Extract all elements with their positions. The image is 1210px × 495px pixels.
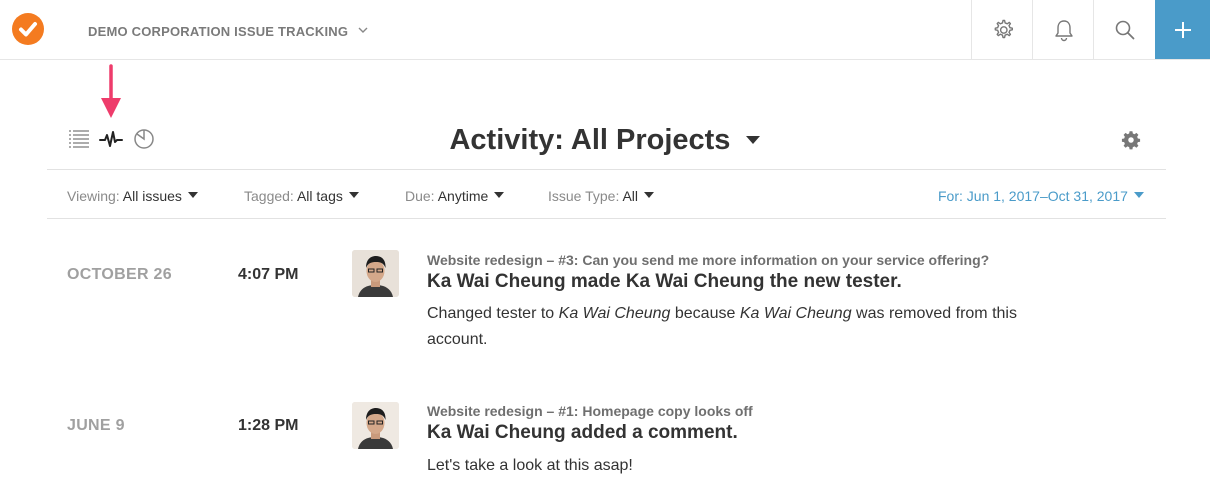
activity-date: OCTOBER 26	[67, 266, 172, 283]
filter-value: All issues	[122, 188, 182, 204]
caret-down-icon	[348, 186, 359, 202]
body-text: Changed tester to	[427, 305, 559, 322]
add-new-button[interactable]	[1155, 0, 1210, 59]
user-name: Ka Wai Cheung	[558, 305, 671, 322]
filter-label: Issue Type:	[548, 188, 620, 204]
issue-type-filter[interactable]: Issue Type: All	[548, 186, 655, 204]
filter-value: Anytime	[437, 188, 489, 204]
page-title-dropdown[interactable]: Activity: All Projects	[0, 120, 1210, 157]
settings-button[interactable]	[971, 0, 1033, 59]
page-settings-button[interactable]	[1121, 130, 1141, 155]
divider	[47, 218, 1166, 219]
gear-icon	[994, 19, 1013, 38]
caret-down-icon	[494, 186, 505, 202]
filter-label: Tagged:	[244, 188, 294, 204]
app-logo[interactable]	[12, 13, 44, 45]
viewing-filter[interactable]: Viewing: All issues	[67, 186, 198, 204]
bell-icon	[1054, 19, 1073, 41]
activity-issue-link[interactable]: Website redesign – #1: Homepage copy loo…	[427, 403, 753, 419]
page-title: Activity: All Projects	[449, 124, 731, 156]
divider	[47, 169, 1166, 170]
filter-value: All tags	[296, 188, 343, 204]
organization-switcher[interactable]: DEMO CORPORATION ISSUE TRACKING	[88, 22, 368, 39]
filter-label: Viewing:	[67, 188, 120, 204]
activity-headline: Ka Wai Cheung made Ka Wai Cheung the new…	[427, 271, 902, 292]
search-button[interactable]	[1093, 0, 1155, 59]
organization-title: DEMO CORPORATION ISSUE TRACKING	[88, 24, 349, 39]
checkmark-logo-icon	[12, 13, 44, 45]
search-icon	[1115, 20, 1134, 39]
caret-down-icon	[745, 120, 761, 153]
activity-time: 1:28 PM	[238, 417, 299, 434]
caret-down-icon	[1133, 186, 1144, 202]
caret-down-icon	[187, 186, 198, 202]
user-name: Ka Wai Cheung	[739, 305, 852, 322]
annotation-arrow-icon	[100, 64, 122, 125]
avatar[interactable]	[352, 250, 399, 297]
chevron-down-icon	[358, 22, 368, 37]
gear-icon	[1121, 131, 1141, 150]
filter-value: Jun 1, 2017–Oct 31, 2017	[966, 188, 1128, 204]
user-photo-icon	[352, 250, 399, 297]
activity-time: 4:07 PM	[238, 266, 299, 283]
filter-value: All	[622, 188, 639, 204]
due-filter[interactable]: Due: Anytime	[405, 186, 505, 204]
activity-body: Let's take a look at this asap!	[427, 457, 633, 474]
tagged-filter[interactable]: Tagged: All tags	[244, 186, 359, 204]
notifications-button[interactable]	[1032, 0, 1094, 59]
caret-down-icon	[644, 186, 655, 202]
plus-icon	[1174, 21, 1191, 38]
filter-label: Due:	[405, 188, 435, 204]
top-bar: DEMO CORPORATION ISSUE TRACKING	[0, 0, 1210, 60]
body-text: because	[670, 305, 740, 322]
activity-body: Changed tester to Ka Wai Cheung because …	[427, 301, 1027, 353]
filter-label: For:	[938, 188, 963, 204]
activity-date: JUNE 9	[67, 417, 125, 434]
activity-issue-link[interactable]: Website redesign – #3: Can you send me m…	[427, 252, 989, 268]
activity-headline: Ka Wai Cheung added a comment.	[427, 422, 738, 443]
avatar[interactable]	[352, 402, 399, 449]
user-photo-icon	[352, 402, 399, 449]
date-range-filter[interactable]: For: Jun 1, 2017–Oct 31, 2017	[938, 186, 1144, 204]
